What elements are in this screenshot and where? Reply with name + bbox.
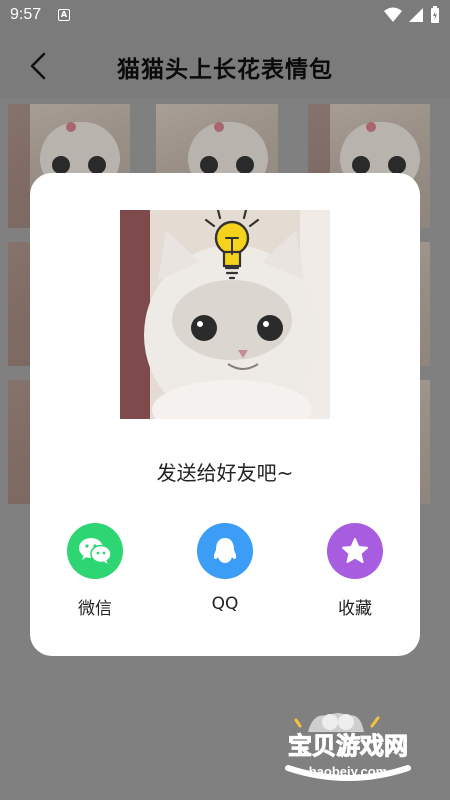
share-wechat-label: 微信 [78, 599, 112, 619]
share-dialog: 发送给好友吧~ 微信 QQ 收藏 [30, 173, 420, 656]
status-time: 9:57 [10, 6, 42, 23]
svg-text:宝贝游戏网: 宝贝游戏网 [288, 732, 408, 760]
signal-icon [409, 8, 423, 22]
app-header: 猫猫头上长花表情包 [0, 32, 450, 98]
watermark-logo: 宝贝游戏网 baobeiy.com [285, 713, 411, 781]
status-icons [384, 6, 440, 24]
status-bar: 9:57 A [0, 0, 450, 32]
wifi-icon [384, 7, 402, 22]
battery-icon [431, 6, 439, 23]
wechat-icon [67, 523, 123, 579]
share-prompt: 发送给好友吧~ [156, 461, 294, 485]
share-qq-button[interactable]: QQ [185, 523, 265, 614]
share-qq-label: QQ [211, 594, 239, 614]
qq-icon [197, 523, 253, 579]
share-favorite-label: 收藏 [338, 599, 372, 619]
share-favorite-button[interactable]: 收藏 [315, 523, 395, 619]
page-title: 猫猫头上长花表情包 [117, 57, 333, 83]
star-icon [327, 523, 383, 579]
share-wechat-button[interactable]: 微信 [55, 523, 135, 619]
notification-icon: A [58, 9, 70, 21]
svg-text:baobeiy.com: baobeiy.com [309, 764, 388, 779]
cat-meme-image [120, 210, 330, 419]
